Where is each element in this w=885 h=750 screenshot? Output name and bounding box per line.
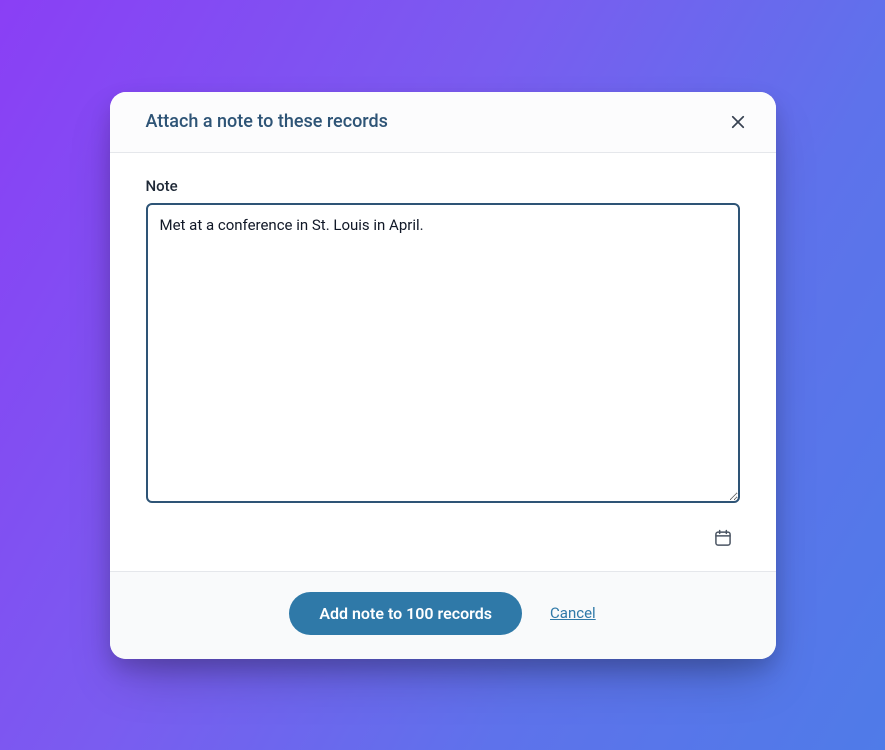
modal-footer: Add note to 100 records Cancel bbox=[110, 571, 776, 659]
note-field-label: Note bbox=[146, 177, 740, 195]
cancel-button[interactable]: Cancel bbox=[550, 604, 596, 622]
calendar-icon bbox=[713, 528, 733, 548]
modal-header: Attach a note to these records bbox=[110, 92, 776, 153]
modal-body: Note bbox=[110, 153, 776, 571]
attach-note-modal: Attach a note to these records Note bbox=[110, 92, 776, 659]
modal-title: Attach a note to these records bbox=[146, 111, 388, 132]
note-textarea[interactable] bbox=[146, 203, 740, 503]
close-button[interactable] bbox=[724, 108, 752, 136]
date-picker-button[interactable] bbox=[710, 525, 736, 551]
close-icon bbox=[729, 113, 747, 131]
date-picker-row bbox=[146, 525, 740, 551]
add-note-button[interactable]: Add note to 100 records bbox=[289, 592, 522, 635]
